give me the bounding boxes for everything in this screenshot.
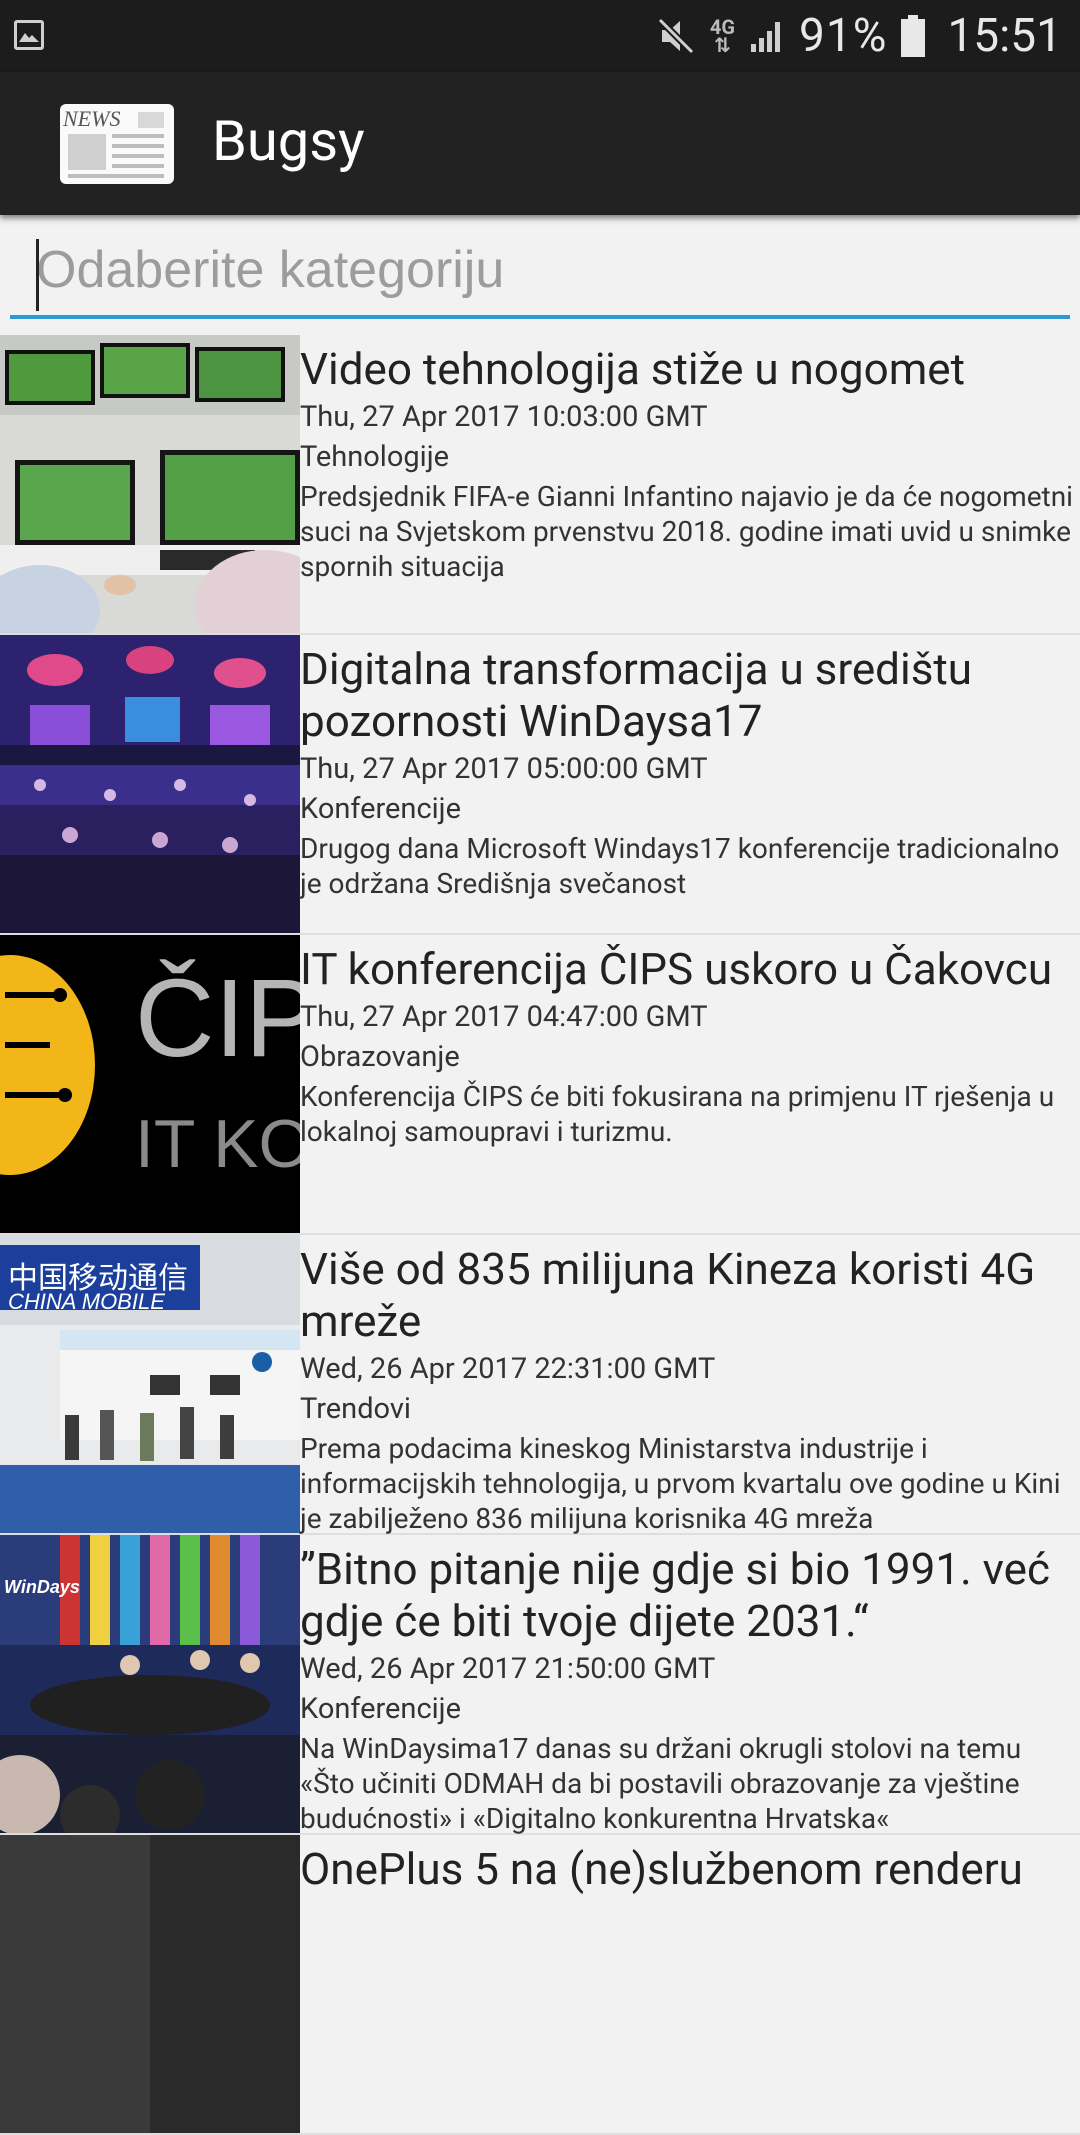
article-title: ”Bitno pitanje nije gdje si bio 1991. ve… bbox=[300, 1543, 1050, 1647]
article-text: Digitalna transformacija u središtu pozo… bbox=[300, 643, 1080, 901]
article-date: Thu, 27 Apr 2017 04:47:00 GMT bbox=[300, 1000, 708, 1034]
article-item[interactable]: 中国移动通信 CHINA MOBILE Više od 835 milijuna… bbox=[0, 1235, 1080, 1535]
article-description: Drugog dana Microsoft Windays17 konferen… bbox=[300, 832, 1060, 900]
article-item[interactable]: ČIPS IT KON IT konferencija ČIPS uskoro … bbox=[0, 935, 1080, 1235]
news-logo-icon: NEWS bbox=[60, 104, 174, 184]
thumbnail-text: ČIPS bbox=[135, 957, 300, 1080]
signal-icon bbox=[751, 22, 781, 52]
article-description: Prema podacima kineskog Ministarstva ind… bbox=[300, 1432, 1061, 1535]
article-description: Na WinDaysima17 danas su držani okrugli … bbox=[300, 1732, 1022, 1835]
article-thumbnail bbox=[0, 635, 300, 933]
article-text: IT konferencija ČIPS uskoro u Čakovcu Th… bbox=[300, 943, 1080, 1149]
mute-icon bbox=[657, 17, 695, 55]
status-bar: 4G ⇅ 91% 15:51 bbox=[0, 0, 1080, 72]
network-4g-icon: 4G ⇅ bbox=[709, 15, 736, 57]
thumbnail-text: IT KON bbox=[135, 1106, 300, 1182]
text-cursor bbox=[36, 239, 39, 311]
article-text: ”Bitno pitanje nije gdje si bio 1991. ve… bbox=[300, 1543, 1080, 1836]
app-bar: NEWS Bugsy bbox=[0, 72, 1080, 215]
article-category: Konferencije bbox=[300, 1692, 461, 1726]
thumbnail-text: WinDays bbox=[4, 1577, 80, 1597]
article-category: Obrazovanje bbox=[300, 1040, 460, 1074]
article-title: OnePlus 5 na (ne)službenom renderu bbox=[300, 1843, 1023, 1895]
article-title: Video tehnologija stiže u nogomet bbox=[300, 343, 966, 395]
article-title: IT konferencija ČIPS uskoro u Čakovcu bbox=[300, 943, 1053, 995]
article-description: Konferencija ČIPS će biti fokusirana na … bbox=[300, 1080, 1055, 1148]
category-search[interactable] bbox=[10, 225, 1070, 321]
article-item[interactable]: Digitalna transformacija u središtu pozo… bbox=[0, 635, 1080, 935]
article-text: Više od 835 milijuna Kineza koristi 4G m… bbox=[300, 1243, 1080, 1536]
search-underline bbox=[10, 315, 1070, 319]
article-description: Predsjednik FIFA-e Gianni Infantino naja… bbox=[300, 480, 1073, 583]
article-date: Thu, 27 Apr 2017 10:03:00 GMT bbox=[300, 400, 708, 434]
article-thumbnail: 中国移动通信 CHINA MOBILE bbox=[0, 1235, 300, 1533]
app-title: Bugsy bbox=[212, 108, 365, 174]
article-category: Trendovi bbox=[300, 1392, 411, 1426]
article-item[interactable]: OnePlus 5 na (ne)službenom renderu bbox=[0, 1835, 1080, 2135]
article-title: Više od 835 milijuna Kineza koristi 4G m… bbox=[300, 1243, 1036, 1347]
article-item[interactable]: Video tehnologija stiže u nogomet Thu, 2… bbox=[0, 335, 1080, 635]
article-thumbnail bbox=[0, 335, 300, 633]
article-date: Thu, 27 Apr 2017 05:00:00 GMT bbox=[300, 752, 708, 786]
article-date: Wed, 26 Apr 2017 22:31:00 GMT bbox=[300, 1352, 716, 1386]
article-text: Video tehnologija stiže u nogomet Thu, 2… bbox=[300, 343, 1080, 584]
article-thumbnail: WinDays bbox=[0, 1535, 300, 1833]
category-input[interactable] bbox=[10, 225, 1070, 315]
article-text: OnePlus 5 na (ne)službenom renderu bbox=[300, 1843, 1080, 1895]
article-thumbnail bbox=[0, 1835, 300, 2133]
battery-icon bbox=[901, 15, 926, 57]
article-thumbnail: ČIPS IT KON bbox=[0, 935, 300, 1233]
article-category: Tehnologije bbox=[300, 440, 450, 474]
article-date: Wed, 26 Apr 2017 21:50:00 GMT bbox=[300, 1652, 716, 1686]
article-category: Konferencije bbox=[300, 792, 461, 826]
thumbnail-text: CHINA MOBILE bbox=[8, 1289, 165, 1314]
article-title: Digitalna transformacija u središtu pozo… bbox=[300, 643, 973, 747]
battery-percent: 91% bbox=[799, 9, 888, 63]
article-list[interactable]: Video tehnologija stiže u nogomet Thu, 2… bbox=[0, 335, 1080, 2135]
gallery-icon bbox=[14, 20, 44, 50]
logo-text: NEWS bbox=[63, 106, 121, 131]
clock: 15:51 bbox=[947, 9, 1062, 63]
article-item[interactable]: WinDays ”Bitno pitanje nije gdje si bio … bbox=[0, 1535, 1080, 1835]
